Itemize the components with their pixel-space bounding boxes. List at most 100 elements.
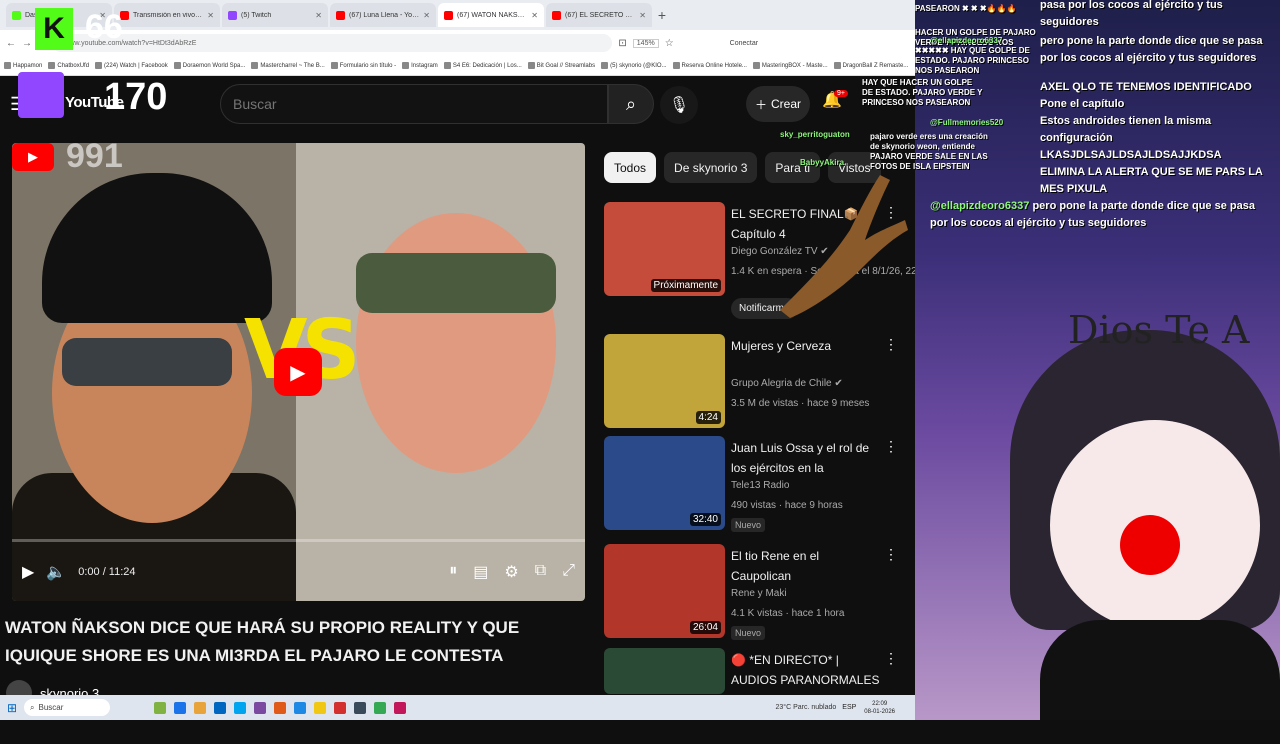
search-input[interactable] [233, 96, 607, 112]
bookmark-star-icon[interactable]: ☆ [665, 38, 674, 49]
twitch-logo-icon [18, 72, 64, 118]
bookmark-item[interactable]: Mastercharrel ~ The B... [251, 62, 325, 69]
clock[interactable]: 22:09 08-01-2026 [864, 700, 895, 716]
tab-close-icon[interactable]: ✕ [639, 11, 646, 20]
autoplay-toggle-icon[interactable]: ⏸ [449, 562, 457, 582]
chat-username[interactable]: @Fullmemories520 [930, 118, 1003, 127]
big-play-button[interactable]: ▶ [274, 348, 322, 396]
tab-close-icon[interactable]: ✕ [423, 11, 430, 20]
more-options-icon[interactable]: ⋮ [884, 438, 898, 455]
taskbar-app-icon[interactable] [394, 701, 406, 714]
taskbar-app-icon[interactable] [294, 701, 306, 714]
taskbar-search[interactable]: ⌕ Buscar [24, 699, 110, 716]
bookmark-favicon-icon [330, 62, 338, 69]
translate-icon[interactable]: ⊡ [618, 38, 626, 49]
twitch-viewer-count: 170 [104, 76, 168, 118]
recommendation-item[interactable]: 4:24 Mujeres y Cerveza Grupo Alegria de Ch… [604, 334, 914, 430]
taskbar-app-icon[interactable] [314, 701, 326, 714]
recommendation-thumbnail[interactable]: Próximamente [604, 202, 725, 296]
taskbar-app-icon[interactable] [174, 701, 186, 714]
forward-icon[interactable]: → [22, 38, 32, 49]
recommendation-thumbnail[interactable]: 26:04 [604, 544, 725, 638]
recommendation-channel[interactable]: Grupo Alegria de Chile ✔ [731, 378, 843, 389]
chat-username[interactable]: sky_perritoguaton [780, 130, 850, 139]
browser-tab[interactable]: (5) Twitch ✕ [222, 3, 328, 27]
chat-username[interactable]: @ellapizdeoro6337 [930, 36, 1002, 45]
youtube-viewer-count: 991 [66, 143, 123, 175]
tab-close-icon[interactable]: ✕ [207, 11, 214, 20]
taskbar-app-icon[interactable] [254, 701, 266, 714]
browser-tab[interactable]: (67) Luna Llena - YouTube ✕ [330, 3, 436, 27]
volume-icon[interactable]: 🔈 [46, 562, 66, 582]
video-player[interactable]: VS ▶ ▶ 991 ▶ 🔈 0:00 / 11:24 ⏸ ▤ ⚙ ⧉ ⤢ [12, 143, 585, 601]
chat-text: LKASJDLSAJLDSAJLDSAJJKDSA [1040, 149, 1222, 161]
bookmark-item[interactable]: Doraemon World Spa... [173, 62, 245, 69]
more-options-icon[interactable]: ⋮ [884, 650, 898, 667]
progress-bar[interactable] [12, 539, 585, 542]
recommendation-thumbnail[interactable]: 32:40 [604, 436, 725, 530]
chat-username[interactable]: BabyyAkira [800, 158, 844, 167]
new-tab-button[interactable]: + [654, 7, 670, 23]
browser-tab[interactable]: (67) WATON ÑAKSON DICE QUE H✕ [438, 3, 544, 27]
bookmark-item[interactable]: Happamon [4, 62, 42, 69]
filter-chip[interactable]: De skynorio 3 [664, 152, 758, 183]
play-icon[interactable]: ▶ [22, 562, 34, 582]
miniplayer-icon[interactable]: ⧉ [535, 562, 546, 582]
back-icon[interactable]: ← [6, 38, 16, 49]
search-button[interactable]: ⌕ [608, 84, 654, 124]
windows-start-icon[interactable]: ⊞ [0, 701, 24, 715]
tab-label: (67) Luna Llena - YouTube [349, 11, 419, 19]
bookmark-item[interactable]: DragonBall Z Remaste... [833, 62, 908, 69]
bookmark-item[interactable]: ChatboxUfd [48, 62, 89, 69]
language-indicator[interactable]: ESP [842, 704, 856, 711]
taskbar-app-icon[interactable] [194, 701, 206, 714]
bookmark-item[interactable]: Formulario sin título - [330, 62, 396, 69]
search-icon: ⌕ [30, 702, 35, 712]
recommendation-item[interactable]: 26:04 El tio Rene en el Caupolican Rene y … [604, 544, 914, 640]
url-field[interactable]: www.youtube.com/watch?v=HtDt3dAbRzE [52, 34, 613, 52]
taskbar-app-icon[interactable] [154, 701, 166, 714]
more-options-icon[interactable]: ⋮ [884, 546, 898, 563]
bookmark-favicon-icon [601, 62, 609, 69]
recommendation-channel[interactable]: Tele13 Radio [731, 480, 789, 491]
voice-search-button[interactable]: 🎙 [660, 86, 698, 124]
recommendation-title[interactable]: Mujeres y Cerveza [731, 336, 881, 356]
recommendation-channel[interactable]: Rene y Maki [731, 588, 787, 599]
bookmark-item[interactable]: S4 E6: Dedicación | Los... [443, 62, 522, 69]
chat-text: ELIMINA LA ALERTA QUE SE ME PARS LA MES … [1040, 166, 1263, 195]
recommendation-thumbnail[interactable]: 4:24 [604, 334, 725, 428]
bookmark-item[interactable]: Reserva Online Hotele... [672, 62, 747, 69]
bookmark-item[interactable]: (224) Watch | Facebook [95, 62, 168, 69]
more-options-icon[interactable]: ⋮ [884, 336, 898, 353]
taskbar-app-icon[interactable] [354, 701, 366, 714]
browser-tab[interactable]: (67) EL SECRETO FINAL📦 Capi ✕ [546, 3, 652, 27]
settings-gear-icon[interactable]: ⚙ [504, 562, 518, 582]
chat-username[interactable]: @ellapizdeoro6337 [930, 200, 1029, 212]
connect-button[interactable]: Conectar [730, 40, 758, 47]
bookmark-favicon-icon [251, 62, 259, 69]
bookmark-item[interactable]: Instagram [402, 62, 438, 69]
weather-widget[interactable]: 23°C Parc. nublado [775, 704, 836, 711]
filter-chip[interactable]: Todos [604, 152, 657, 183]
recommendation-item[interactable]: 32:40 Juan Luis Ossa y el rol de los ejér… [604, 436, 914, 532]
recommendation-title[interactable]: El tio Rene en el Caupolican [731, 546, 881, 586]
bookmark-item[interactable]: Bit Goal // Streamlabs [527, 62, 595, 69]
taskbar-app-icon[interactable] [334, 701, 346, 714]
zoom-indicator[interactable]: 145% [632, 38, 659, 48]
taskbar-app-icon[interactable] [274, 701, 286, 714]
bookmark-item[interactable]: (5) skynorio (@KIO... [601, 62, 667, 69]
taskbar-app-icon[interactable] [374, 701, 386, 714]
taskbar-app-icon[interactable] [214, 701, 226, 714]
taskbar-app-icon[interactable] [234, 701, 246, 714]
tab-close-icon[interactable]: ✕ [315, 11, 322, 20]
fullscreen-icon[interactable]: ⤢ [562, 562, 575, 582]
bookmark-item[interactable]: MasteringBOX - Maste... [752, 62, 828, 69]
chat-message: PASEARON ✖ ✖ ✖🔥🔥🔥 [915, 4, 1037, 14]
subtitles-icon[interactable]: ▤ [473, 562, 488, 582]
tab-close-icon[interactable]: ✕ [531, 11, 538, 20]
recommendation-title[interactable]: Juan Luis Ossa y el rol de los ejércitos… [731, 438, 881, 478]
recommendation-thumbnail[interactable] [604, 648, 725, 694]
browser-tab[interactable]: Transmisión en vivo - YouTube Stu ✕ [114, 3, 220, 27]
recommendation-title[interactable]: 🔴 *EN DIRECTO* | AUDIOS PARANORMALES DE … [731, 650, 881, 690]
create-button[interactable]: ＋ Crear [746, 86, 810, 122]
